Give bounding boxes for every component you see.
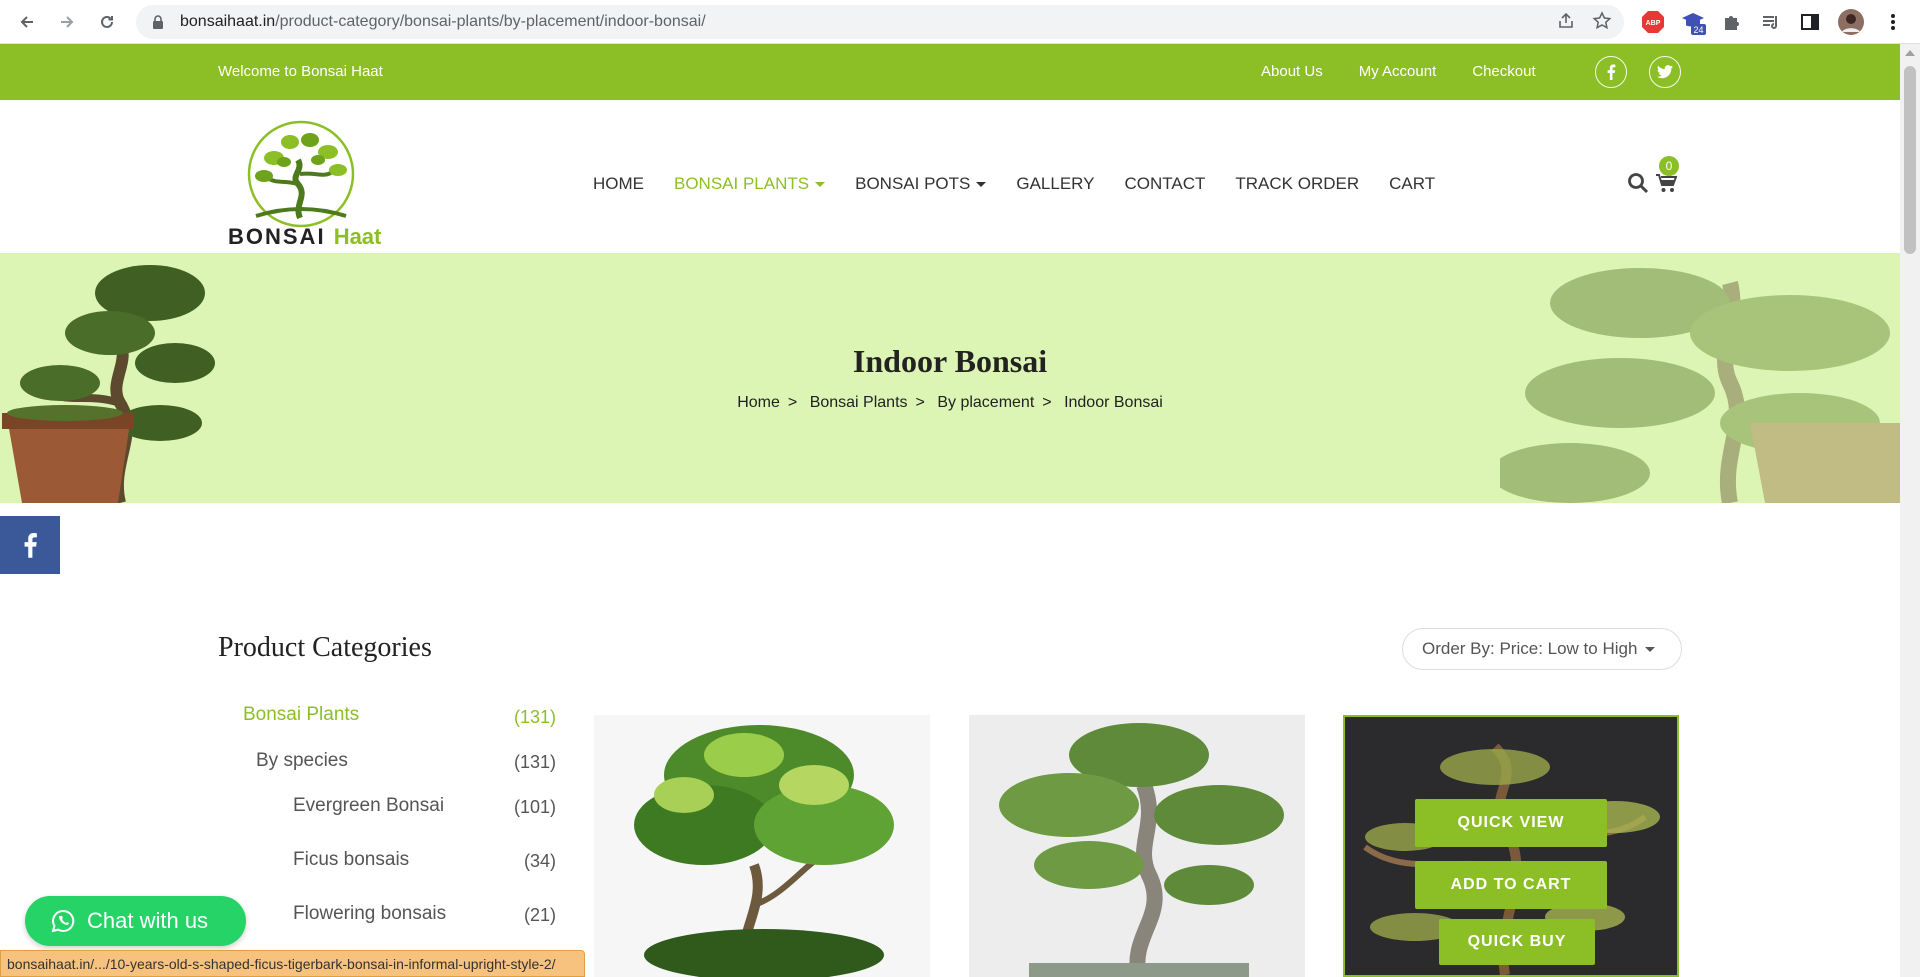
checkout-link[interactable]: Checkout bbox=[1472, 63, 1535, 80]
chat-label: Chat with us bbox=[87, 908, 209, 933]
breadcrumb-separator: > bbox=[787, 394, 798, 411]
logo-word-bonsai: BONSAI bbox=[228, 224, 326, 249]
reading-list-icon[interactable] bbox=[1758, 9, 1784, 35]
cart-icon[interactable] bbox=[1655, 172, 1678, 199]
nav-home[interactable]: HOME bbox=[593, 174, 644, 194]
product-image bbox=[999, 723, 1284, 977]
add-to-cart-button[interactable]: ADD TO CART bbox=[1415, 861, 1607, 909]
site-logo[interactable]: BONSAI Haat bbox=[228, 118, 381, 250]
logo-word-haat: Haat bbox=[333, 224, 382, 249]
page-title: Indoor Bonsai bbox=[852, 343, 1048, 379]
browser-menu-icon[interactable] bbox=[1880, 9, 1906, 35]
product-card[interactable]: QUICK VIEW ADD TO CART QUICK BUY bbox=[1343, 715, 1679, 977]
breadcrumb-bonsai-plants[interactable]: Bonsai Plants bbox=[810, 394, 908, 411]
extension-badge: 24 bbox=[1693, 25, 1703, 35]
quick-view-button[interactable]: QUICK VIEW bbox=[1415, 799, 1607, 847]
adblock-icon[interactable]: ABP bbox=[1640, 9, 1666, 35]
bonsai-logo-icon bbox=[247, 120, 355, 228]
nav-cart[interactable]: CART bbox=[1389, 174, 1435, 194]
share-icon[interactable] bbox=[1556, 11, 1576, 36]
category-evergreen-bonsai[interactable]: Evergreen Bonsai bbox=[293, 795, 444, 817]
nav-bonsai-plants[interactable]: BONSAI PLANTS bbox=[674, 174, 826, 194]
nav-contact-label: CONTACT bbox=[1124, 174, 1206, 193]
sidebar-title: Product Categories bbox=[218, 632, 432, 663]
graduation-extension-icon[interactable]: 24 bbox=[1680, 9, 1706, 35]
my-account-link[interactable]: My Account bbox=[1359, 63, 1437, 80]
main-navigation: HOME BONSAI PLANTS BONSAI POTS GALLERY C… bbox=[593, 174, 1465, 194]
page-scrollbar[interactable] bbox=[1900, 44, 1920, 977]
product-card[interactable] bbox=[594, 715, 930, 977]
scroll-up-arrow[interactable] bbox=[1905, 50, 1915, 56]
url-host: bonsaihaat.in bbox=[180, 13, 276, 30]
facebook-share-button[interactable] bbox=[0, 516, 60, 574]
url-path: /product-category/bonsai-plants/by-place… bbox=[275, 13, 706, 30]
category-count: (21) bbox=[523, 905, 556, 925]
nav-cart-label: CART bbox=[1389, 174, 1436, 193]
nav-bonsai-pots[interactable]: BONSAI POTS bbox=[855, 174, 987, 194]
breadcrumb: Home > Bonsai Plants > By placement > Indoo… bbox=[0, 394, 1900, 412]
site-header: BONSAI Haat HOME BONSAI PLANTS BONSAI PO… bbox=[0, 100, 1900, 253]
about-us-link[interactable]: About Us bbox=[1261, 63, 1323, 80]
breadcrumb-current: Indoor Bonsai bbox=[1064, 394, 1163, 411]
nav-contact[interactable]: CONTACT bbox=[1124, 174, 1205, 194]
svg-text:ABP: ABP bbox=[1646, 20, 1661, 27]
breadcrumb-home[interactable]: Home bbox=[737, 394, 780, 411]
search-icon[interactable] bbox=[1627, 172, 1649, 199]
browser-toolbar: bonsaihaat.in/product-category/bonsai-pl… bbox=[0, 0, 1920, 44]
facebook-icon bbox=[24, 533, 37, 558]
welcome-text: Welcome to Bonsai Haat bbox=[218, 63, 383, 80]
nav-bonsai-plants-label: BONSAI PLANTS bbox=[674, 174, 810, 193]
nav-gallery[interactable]: GALLERY bbox=[1016, 174, 1094, 194]
forward-button[interactable] bbox=[54, 9, 80, 35]
facebook-icon[interactable] bbox=[1595, 56, 1627, 88]
nav-track-order-label: TRACK ORDER bbox=[1235, 174, 1360, 193]
nav-track-order[interactable]: TRACK ORDER bbox=[1235, 174, 1359, 194]
nav-home-label: HOME bbox=[593, 174, 644, 193]
side-panel-icon[interactable] bbox=[1797, 9, 1823, 35]
top-bar: Welcome to Bonsai Haat About Us My Accou… bbox=[0, 44, 1900, 100]
category-count: (131) bbox=[513, 752, 556, 772]
category-count: (101) bbox=[513, 797, 556, 817]
cart-count-badge: 0 bbox=[1659, 156, 1679, 176]
header-icons: 0 bbox=[1627, 156, 1687, 199]
whatsapp-icon bbox=[51, 909, 75, 933]
back-button[interactable] bbox=[14, 9, 40, 35]
extensions-puzzle-icon[interactable] bbox=[1719, 9, 1745, 35]
category-count: (34) bbox=[523, 851, 556, 871]
category-ficus-bonsais[interactable]: Ficus bonsais bbox=[293, 849, 409, 871]
url-text: bonsaihaat.in/product-category/bonsai-pl… bbox=[180, 13, 706, 31]
category-bonsai-plants[interactable]: Bonsai Plants bbox=[243, 704, 359, 726]
profile-avatar[interactable] bbox=[1838, 9, 1864, 35]
chevron-down-icon bbox=[815, 182, 826, 188]
reload-button[interactable] bbox=[94, 9, 120, 35]
quick-buy-button[interactable]: QUICK BUY bbox=[1439, 919, 1595, 965]
category-by-species[interactable]: By species bbox=[256, 750, 348, 772]
whatsapp-chat-button[interactable]: Chat with us bbox=[25, 896, 246, 946]
twitter-icon[interactable] bbox=[1649, 56, 1681, 88]
breadcrumb-by-placement[interactable]: By placement bbox=[937, 394, 1034, 411]
scrollbar-thumb[interactable] bbox=[1904, 66, 1916, 254]
chevron-down-icon bbox=[976, 182, 987, 188]
bookmark-star-icon[interactable] bbox=[1592, 11, 1612, 36]
chevron-down-icon bbox=[1645, 646, 1656, 652]
breadcrumb-separator: > bbox=[915, 394, 925, 411]
breadcrumb-separator: > bbox=[1042, 394, 1052, 411]
page-banner: Indoor Bonsai Home > Bonsai Plants > By pl… bbox=[0, 253, 1900, 503]
category-flowering-bonsais[interactable]: Flowering bonsais bbox=[293, 903, 446, 925]
order-by-dropdown[interactable]: Order By: Price: Low to High bbox=[1402, 628, 1682, 670]
nav-bonsai-pots-label: BONSAI POTS bbox=[855, 174, 971, 193]
category-count: (131) bbox=[513, 707, 556, 727]
product-image bbox=[634, 725, 894, 977]
lock-icon bbox=[152, 15, 166, 29]
order-by-label: Order By: Price: Low to High bbox=[1422, 639, 1638, 658]
address-bar[interactable]: bonsaihaat.in/product-category/bonsai-pl… bbox=[136, 5, 1624, 39]
product-card[interactable] bbox=[969, 715, 1305, 977]
status-url-preview: bonsaihaat.in/.../10-years-old-s-shaped-… bbox=[0, 950, 585, 977]
nav-gallery-label: GALLERY bbox=[1016, 174, 1095, 193]
logo-wordmark: BONSAI Haat bbox=[228, 224, 381, 250]
